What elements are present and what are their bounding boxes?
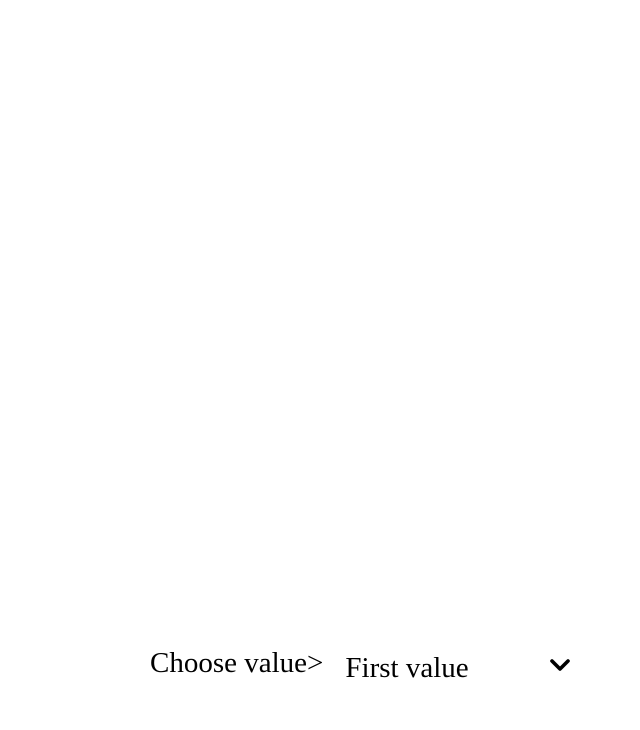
value-select[interactable]: First value: [345, 644, 571, 688]
selected-value-text: First value: [345, 652, 469, 684]
chevron-down-icon[interactable]: [549, 656, 571, 674]
choose-value-label: Choose value>: [150, 647, 324, 679]
value-form-row: Choose value> First value: [150, 644, 571, 688]
